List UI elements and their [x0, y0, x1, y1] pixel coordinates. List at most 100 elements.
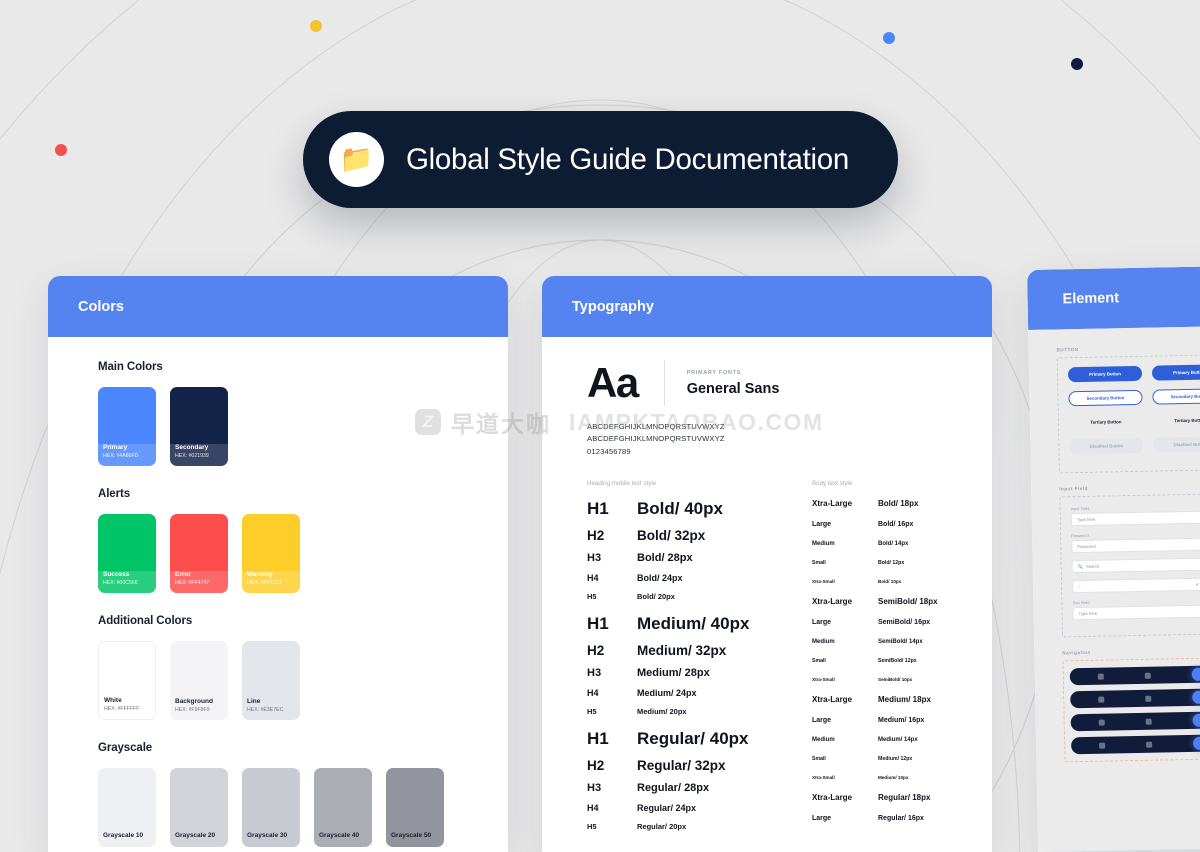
scale-key: Medium — [812, 639, 878, 645]
color-swatch[interactable]: Grayscale 20 — [170, 768, 228, 847]
bottom-nav-bar[interactable] — [1070, 663, 1200, 685]
swatch-name: Grayscale 50 — [391, 832, 439, 841]
chart-icon[interactable] — [1145, 695, 1151, 701]
scale-key: H3 — [587, 667, 637, 679]
scale-key: Small — [812, 658, 878, 664]
input-value: Type here — [1079, 611, 1098, 616]
swatch-hex: HEX: #FFC727 — [247, 580, 295, 587]
nav-center-action-button[interactable] — [1193, 737, 1200, 750]
input-row: Input Field Type here — [1071, 501, 1200, 526]
color-swatch[interactable]: Secondary HEX: #021939 — [170, 387, 228, 466]
type-scale-row: Xtra-Large SemiBold/ 18px — [812, 597, 992, 606]
color-swatch[interactable]: Warning HEX: #FFC727 — [242, 514, 300, 593]
scale-value: Bold/ 32px — [637, 528, 705, 543]
stepper-decrement-icon[interactable]: − — [1078, 584, 1081, 589]
scale-key: H5 — [587, 707, 637, 716]
color-swatch[interactable]: Grayscale 50 — [386, 768, 444, 847]
input-value: Search — [1086, 564, 1099, 569]
swatch-hex: HEX: #021939 — [175, 453, 223, 460]
tertiary-button[interactable]: Tertiary Button — [1069, 414, 1143, 430]
color-swatch[interactable]: Primary HEX: #4A86FD — [98, 387, 156, 466]
scale-key: Large — [812, 521, 878, 528]
scale-value: SemiBold/ 10px — [878, 677, 912, 682]
colors-card-title: Colors — [78, 299, 124, 315]
body-group-semibold: Xtra-Large SemiBold/ 18px Large SemiBold… — [812, 597, 992, 682]
input-value: Password — [1077, 544, 1095, 549]
tertiary-button[interactable]: Tertiary Button — [1153, 412, 1200, 428]
color-swatch[interactable]: Grayscale 10 — [98, 768, 156, 847]
scale-value: Bold/ 16px — [878, 521, 913, 528]
scale-value: Medium/ 18px — [878, 695, 931, 704]
text-field-input[interactable]: Type here — [1072, 602, 1200, 620]
typography-card-title: Typography — [572, 299, 654, 315]
color-swatch[interactable]: Background HEX: #F9F9F9 — [170, 641, 228, 720]
color-swatch[interactable]: Success HEX: #00C566 — [98, 514, 156, 593]
secondary-button[interactable]: Secondary Button — [1152, 388, 1200, 404]
scale-value: Regular/ 28px — [637, 782, 709, 794]
bottom-nav-bar[interactable] — [1071, 732, 1200, 754]
alphabet-specimen: ABCDEFGHIJKLMNOPQRSTUVWXYZ ABCDEFGHIJKLM… — [542, 407, 992, 458]
scale-value: Bold/ 40px — [637, 499, 723, 519]
input-section: Input Field Input Field Type here Passwo… — [1059, 481, 1200, 637]
scale-value: Medium/ 10px — [878, 775, 908, 780]
home-icon[interactable] — [1098, 696, 1104, 702]
bottom-nav-bar[interactable] — [1070, 686, 1200, 708]
input-section-label: Input Field — [1059, 481, 1200, 491]
color-swatch[interactable]: Line HEX: #E3E7EC — [242, 641, 300, 720]
swatch-hex: HEX: #FF4747 — [175, 580, 223, 587]
password-input[interactable]: Password 👁 — [1071, 535, 1200, 553]
scale-key: H3 — [587, 782, 637, 794]
home-icon[interactable] — [1099, 742, 1105, 748]
text-input[interactable]: Type here — [1071, 508, 1200, 526]
type-scale-row: H5 Bold/ 20px — [587, 592, 812, 601]
scale-value: Medium/ 32px — [637, 643, 726, 658]
secondary-button-row: Secondary Button Secondary Button Second… — [1068, 386, 1200, 406]
home-icon[interactable] — [1097, 673, 1103, 679]
navigation-section: Navigation — [1062, 645, 1200, 762]
nav-center-action-button[interactable] — [1193, 691, 1200, 704]
secondary-button[interactable]: Secondary Button — [1068, 390, 1142, 406]
quantity-stepper[interactable]: − 4 + — [1072, 575, 1200, 593]
nav-center-action-button[interactable] — [1192, 668, 1200, 681]
home-icon[interactable] — [1098, 719, 1104, 725]
tertiary-button-row: Tertiary Button Tertiary Button Tertiary… — [1069, 410, 1200, 430]
color-swatch[interactable]: Error HEX: #FF4747 — [170, 514, 228, 593]
typography-card: Typography Aa PRIMARY FONTS General Sans… — [542, 276, 992, 852]
bottom-nav-bar[interactable] — [1071, 709, 1200, 731]
scale-key: H4 — [587, 573, 637, 583]
color-swatch[interactable]: White HEX: #FFFFFF — [98, 641, 156, 720]
type-scale-row: Large Bold/ 16px — [812, 521, 992, 528]
body-group-medium: Xtra-Large Medium/ 18px Large Medium/ 16… — [812, 695, 992, 780]
scale-value: Bold/ 14px — [878, 541, 908, 547]
type-scale-row: H2 Medium/ 32px — [587, 643, 812, 658]
color-swatch[interactable]: Grayscale 40 — [314, 768, 372, 847]
chart-icon[interactable] — [1146, 741, 1152, 747]
type-scale-row: Xtra-Large Regular/ 18px — [812, 793, 992, 802]
swatch-row: Success HEX: #00C566 Error HEX: #FF4747 … — [98, 514, 476, 593]
scale-key: Xtra-Small — [812, 579, 878, 584]
color-swatch[interactable]: Grayscale 30 — [242, 768, 300, 847]
scale-value: Bold/ 10px — [878, 579, 901, 584]
primary-button[interactable]: Primary Button — [1152, 364, 1200, 380]
scale-key: H1 — [587, 614, 637, 634]
scale-value: Regular/ 32px — [637, 758, 726, 773]
scale-value: Regular/ 20px — [637, 822, 686, 831]
element-card-header: Element — [1027, 264, 1200, 330]
search-input[interactable]: 🔍 Search — [1072, 555, 1200, 573]
disabled-button: Disabled Button — [1153, 436, 1200, 452]
chart-icon[interactable] — [1145, 672, 1151, 678]
primary-button-row: Primary Button Primary Button Primary Bu… — [1068, 362, 1200, 382]
section-title: Alerts — [98, 488, 476, 500]
nav-center-action-button[interactable] — [1193, 714, 1200, 727]
type-scale-row: H2 Bold/ 32px — [587, 528, 812, 543]
primary-button[interactable]: Primary Button — [1068, 366, 1142, 382]
scale-key: H4 — [587, 688, 637, 698]
swatch-name: Background — [175, 698, 223, 707]
input-label: Input Field — [1071, 501, 1200, 511]
type-scale-row: H5 Medium/ 20px — [587, 707, 812, 716]
chart-icon[interactable] — [1146, 718, 1152, 724]
colors-card-body: Main Colors Primary HEX: #4A86FD Seconda… — [48, 337, 508, 847]
scale-key: H2 — [587, 643, 637, 658]
scale-value: Regular/ 16px — [878, 815, 924, 822]
scale-value: SemiBold/ 18px — [878, 597, 938, 606]
